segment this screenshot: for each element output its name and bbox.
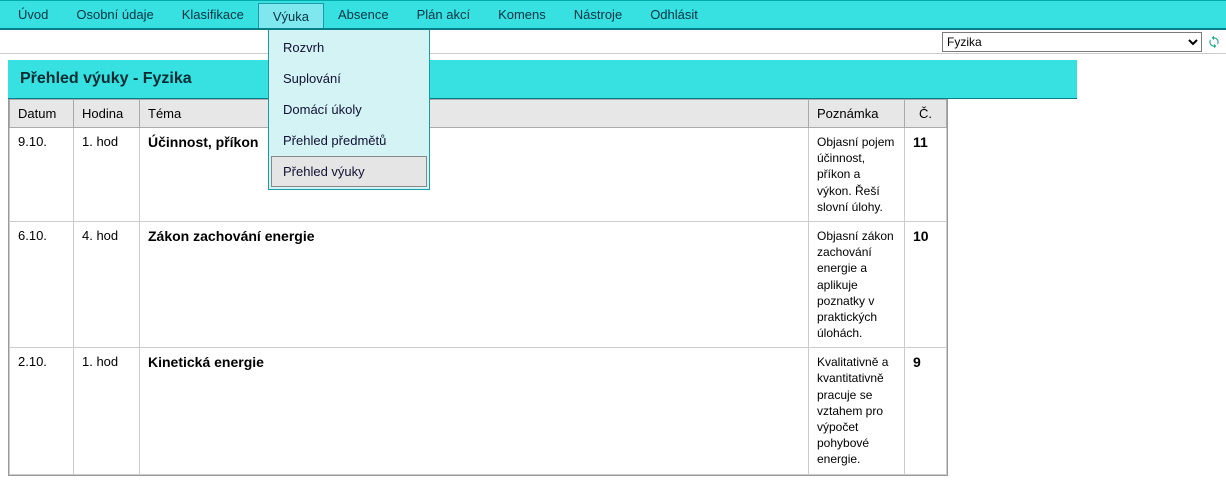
table-row: 2.10. 1. hod Kinetická energie Kvalitati… [10,348,947,474]
subject-select[interactable]: Fyzika [942,32,1202,52]
table-header-row: Datum Hodina Téma Poznámka Č. [10,100,947,128]
th-num: Č. [905,100,947,128]
cell-note: Objasní zákon zachování energie a apliku… [809,221,905,347]
dropdown-domaci-ukoly[interactable]: Domácí úkoly [269,94,429,125]
cell-topic: Kinetická energie [140,348,809,474]
menu-odhlasit[interactable]: Odhlásit [636,1,712,28]
lesson-table: Datum Hodina Téma Poznámka Č. 9.10. 1. h… [9,99,947,475]
cell-num: 9 [905,348,947,474]
cell-hour: 1. hod [74,348,140,474]
menu-vyuka-dropdown: Rozvrh Suplování Domácí úkoly Přehled př… [268,30,430,190]
refresh-icon[interactable] [1206,34,1222,50]
th-topic: Téma [140,100,809,128]
menu-komens[interactable]: Komens [484,1,560,28]
table-row: 9.10. 1. hod Účinnost, příkon Objasní po… [10,128,947,222]
dropdown-prehled-vyuky[interactable]: Přehled výuky [271,156,427,187]
menu-klasifikace[interactable]: Klasifikace [168,1,258,28]
cell-hour: 1. hod [74,128,140,222]
cell-note: Objasní pojem účinnost, příkon a výkon. … [809,128,905,222]
menu-uvod[interactable]: Úvod [4,1,62,28]
cell-topic: Účinnost, příkon [140,128,809,222]
dropdown-suplovani[interactable]: Suplování [269,63,429,94]
menu-osobni-udaje[interactable]: Osobní údaje [62,1,167,28]
cell-num: 10 [905,221,947,347]
th-note: Poznámka [809,100,905,128]
th-date: Datum [10,100,74,128]
table-row: 6.10. 4. hod Zákon zachování energie Obj… [10,221,947,347]
dropdown-rozvrh[interactable]: Rozvrh [269,32,429,63]
cell-hour: 4. hod [74,221,140,347]
menu-plan-akci[interactable]: Plán akcí [403,1,484,28]
cell-note: Kvalitativně a kvantitativně pracuje se … [809,348,905,474]
page-title: Přehled výuky - Fyzika [8,60,1077,99]
secondary-bar: Fyzika [0,30,1226,54]
menu-absence[interactable]: Absence [324,1,403,28]
cell-topic: Zákon zachování energie [140,221,809,347]
main-menubar: Úvod Osobní údaje Klasifikace Výuka Abse… [0,0,1226,30]
cell-date: 6.10. [10,221,74,347]
content-area: Přehled výuky - Fyzika Datum Hodina Téma… [0,60,1085,476]
cell-date: 2.10. [10,348,74,474]
dropdown-prehled-predmetu[interactable]: Přehled předmětů [269,125,429,156]
cell-num: 11 [905,128,947,222]
menu-vyuka[interactable]: Výuka [258,3,324,28]
lesson-table-wrap: Datum Hodina Téma Poznámka Č. 9.10. 1. h… [8,99,948,476]
menu-nastroje[interactable]: Nástroje [560,1,636,28]
th-hour: Hodina [74,100,140,128]
cell-date: 9.10. [10,128,74,222]
